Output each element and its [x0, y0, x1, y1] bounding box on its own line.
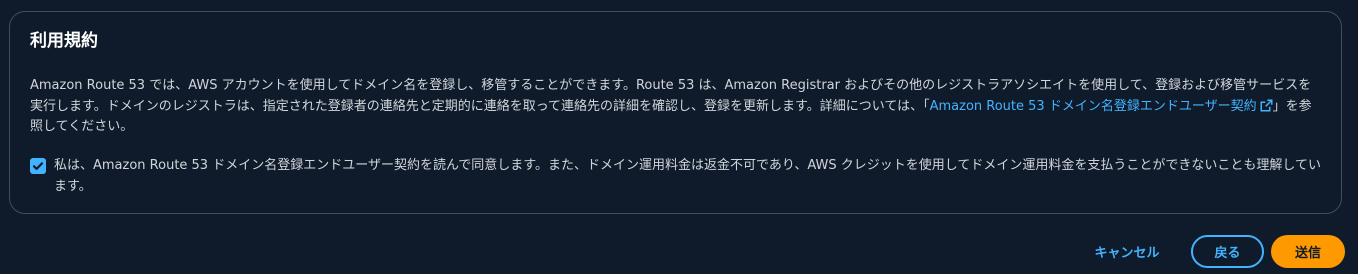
- external-link-icon: [1260, 98, 1273, 112]
- back-button[interactable]: 戻る: [1191, 235, 1264, 268]
- terms-card: 利用規約 Amazon Route 53 では、AWS アカウントを使用してドメ…: [9, 11, 1342, 214]
- end-user-agreement-link[interactable]: Amazon Route 53 ドメイン名登録エンドユーザー契約: [930, 99, 1273, 114]
- end-user-agreement-link-label: Amazon Route 53 ドメイン名登録エンドユーザー契約: [929, 98, 1257, 114]
- agreement-label[interactable]: 私は、Amazon Route 53 ドメイン名登録エンドユーザー契約を読んで同…: [54, 156, 1322, 197]
- terms-description: Amazon Route 53 では、AWS アカウントを使用してドメイン名を登…: [30, 76, 1320, 138]
- cancel-button[interactable]: キャンセル: [1078, 235, 1176, 268]
- check-icon: [32, 162, 44, 170]
- submit-button[interactable]: 送信: [1271, 235, 1345, 268]
- agreement-checkbox[interactable]: [30, 158, 46, 174]
- card-title: 利用規約: [30, 31, 98, 51]
